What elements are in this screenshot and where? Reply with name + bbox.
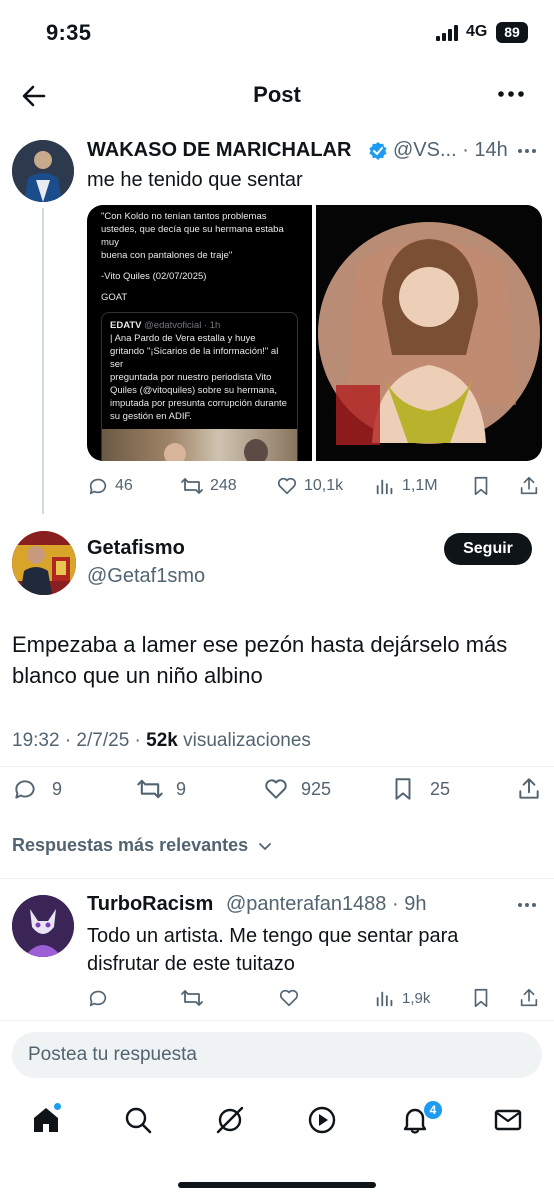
avatar[interactable]: [12, 531, 76, 595]
like-button[interactable]: 10,1k: [276, 475, 343, 497]
repost-count: 248: [210, 477, 237, 494]
embedded-author: EDATV: [110, 320, 142, 331]
author-name[interactable]: WAKASO DE MARICHALAR: [87, 139, 351, 162]
post-text: me he tenido que sentar: [87, 169, 303, 191]
author-name[interactable]: TurboRacism: [87, 893, 213, 916]
bookmark-button[interactable]: 25: [390, 776, 450, 802]
network-type: 4G: [466, 23, 488, 40]
reply-count: 46: [115, 477, 133, 494]
media-quote-spacer: [101, 283, 298, 291]
post-text: Todo un artista. Me tengo que sentar par…: [87, 925, 459, 975]
views-count: 1,9k: [402, 989, 431, 1007]
bookmark-icon[interactable]: [470, 987, 492, 1009]
post-actions: 1,9k: [0, 987, 554, 1011]
replies-sort-label: Respuestas más relevantes: [12, 835, 249, 855]
embedded-line: imputada por presunta corrupción durante: [110, 398, 287, 409]
status-time: 9:35: [46, 20, 92, 45]
divider: [0, 766, 554, 767]
avatar[interactable]: [12, 895, 74, 957]
author-name[interactable]: Getafismo: [87, 537, 185, 560]
views-label: visualizaciones: [177, 730, 311, 751]
repost-button[interactable]: 248: [180, 475, 237, 497]
share-icon[interactable]: [518, 987, 540, 1009]
reply-button[interactable]: 9: [12, 776, 62, 802]
embedded-handle: @edatvoficial · 1h: [144, 320, 221, 331]
reply-input[interactable]: [12, 1032, 542, 1078]
media-image-portrait[interactable]: [316, 205, 542, 461]
reply-count: 9: [52, 778, 63, 799]
media-quote-line: "Con Koldo no tenían tantos problemas: [101, 211, 267, 222]
bookmark-count: 25: [430, 778, 451, 799]
views-button[interactable]: 1,1M: [374, 475, 438, 497]
divider: [0, 878, 554, 879]
battery-indicator: 89: [496, 22, 528, 43]
author-handle-time: @panterafan1488 · 9h: [226, 893, 427, 915]
author-handle-time: @VS... · 14h: [393, 139, 508, 161]
post-more-icon[interactable]: [516, 896, 538, 914]
media-quote-spacer: [101, 262, 298, 270]
post-more-icon[interactable]: [516, 142, 538, 160]
embedded-line: | Ana Pardo de Vera estalla y huye: [110, 333, 256, 344]
media-quote-line: buena con pantalones de traje": [101, 250, 233, 261]
reply-button[interactable]: [87, 987, 109, 1009]
media-quote-line: -Vito Quiles (02/07/2025): [101, 271, 207, 282]
media-quote-line: ustedes, que decía que su hermana estaba…: [101, 224, 284, 248]
embedded-line: Quiles (@vitoquiles) sobre su hermana,: [110, 385, 277, 396]
views-count: 1,1M: [402, 477, 438, 494]
views-button[interactable]: 1,9k: [374, 987, 430, 1009]
replies-sort-dropdown[interactable]: Respuestas más relevantes: [12, 835, 273, 856]
search-icon[interactable]: [122, 1104, 154, 1136]
verified-badge-icon: [368, 141, 388, 161]
embedded-post-card: EDATV @edatvoficial · 1h | Ana Pardo de …: [101, 312, 298, 461]
home-indicator: [178, 1182, 376, 1188]
notifications-badge: 4: [424, 1101, 442, 1119]
like-count: 925: [301, 778, 332, 799]
messages-mail-icon[interactable]: [492, 1104, 524, 1136]
author-handle[interactable]: @Getaf1smo: [87, 565, 205, 588]
reply-button[interactable]: 46: [87, 475, 133, 497]
follow-button[interactable]: Seguir: [444, 533, 532, 565]
embedded-photo: [102, 429, 297, 461]
media-image-screenshot[interactable]: "Con Koldo no tenían tantos problemas us…: [87, 205, 312, 461]
share-icon[interactable]: [516, 776, 542, 802]
like-count: 10,1k: [304, 477, 344, 494]
embedded-line: preguntada por nuestro periodista Vito: [110, 372, 272, 383]
signal-icon: [436, 25, 460, 41]
share-icon[interactable]: [518, 475, 540, 497]
grok-icon[interactable]: [214, 1104, 246, 1136]
repost-button[interactable]: [180, 987, 204, 1009]
post-timestamp[interactable]: 19:32 · 2/7/25 ·: [12, 730, 146, 751]
bookmark-icon[interactable]: [470, 475, 492, 497]
divider: [0, 1020, 554, 1021]
post-actions: 9 9 925 25: [0, 776, 554, 804]
like-button[interactable]: [278, 987, 300, 1009]
embedded-line: su gestión en ADIF.: [110, 411, 192, 422]
media-quote-line: GOAT: [101, 292, 128, 303]
repost-count: 9: [176, 778, 187, 799]
chevron-down-icon: [259, 843, 272, 851]
more-options-icon[interactable]: [496, 82, 526, 106]
views-count: 52k: [146, 730, 178, 751]
post-text: Empezaba a lamer ese pezón hasta dejárse…: [12, 632, 508, 688]
page-title: Post: [253, 82, 301, 107]
home-icon[interactable]: [30, 1104, 62, 1136]
thread-line: [42, 208, 44, 514]
like-button[interactable]: 925: [263, 776, 331, 802]
post-meta: 19:32 · 2/7/25 · 52k visualizaciones: [12, 730, 311, 752]
avatar[interactable]: [12, 140, 74, 202]
embedded-line: gritando "¡Sicarios de la información!" …: [110, 346, 279, 370]
post-actions: 46 248 10,1k 1,1M: [0, 474, 554, 498]
video-play-icon[interactable]: [306, 1104, 338, 1136]
repost-button[interactable]: 9: [136, 776, 186, 802]
